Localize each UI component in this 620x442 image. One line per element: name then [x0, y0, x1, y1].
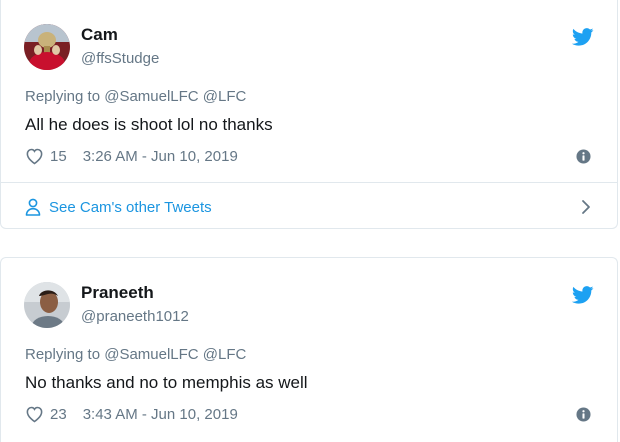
chevron-right-icon[interactable]	[581, 199, 591, 215]
tweet-card-cam: Cam @ffsStudge Replying to @SamuelLFC @L…	[0, 0, 618, 229]
tweet-meta: 23 3:43 AM - Jun 10, 2019	[25, 404, 238, 424]
see-other-tweets-link[interactable]: See Cam's other Tweets	[25, 196, 212, 218]
heart-icon[interactable]	[25, 147, 44, 165]
like-count[interactable]: 23	[50, 406, 67, 423]
tweet-text: No thanks and no to memphis as well	[25, 373, 308, 392]
twitter-bird-icon[interactable]	[572, 28, 594, 46]
timestamp[interactable]: 3:43 AM - Jun 10, 2019	[83, 406, 238, 423]
tweet-meta: 15 3:26 AM - Jun 10, 2019	[25, 146, 238, 166]
red-trophy-avatar-icon	[24, 24, 70, 70]
person-photo-avatar-icon	[24, 282, 70, 328]
replying-to[interactable]: Replying to @SamuelLFC @LFC	[25, 346, 246, 363]
tweet-card-praneeth: Praneeth @praneeth1012 Replying to @Samu…	[0, 257, 618, 442]
display-name[interactable]: Cam	[81, 25, 118, 45]
display-name[interactable]: Praneeth	[81, 283, 154, 303]
heart-icon[interactable]	[25, 405, 44, 423]
timestamp[interactable]: 3:26 AM - Jun 10, 2019	[83, 148, 238, 165]
person-icon	[25, 198, 41, 216]
see-other-tweets-label[interactable]: See Cam's other Tweets	[49, 199, 212, 216]
info-icon[interactable]	[576, 407, 591, 422]
info-icon[interactable]	[576, 149, 591, 164]
avatar[interactable]	[24, 282, 70, 328]
twitter-bird-icon[interactable]	[572, 286, 594, 304]
tweet-text: All he does is shoot lol no thanks	[25, 115, 273, 134]
user-handle[interactable]: @ffsStudge	[81, 50, 159, 67]
replying-to[interactable]: Replying to @SamuelLFC @LFC	[25, 88, 246, 105]
like-count[interactable]: 15	[50, 148, 67, 165]
user-handle[interactable]: @praneeth1012	[81, 308, 189, 325]
avatar[interactable]	[24, 24, 70, 70]
divider	[1, 182, 617, 183]
